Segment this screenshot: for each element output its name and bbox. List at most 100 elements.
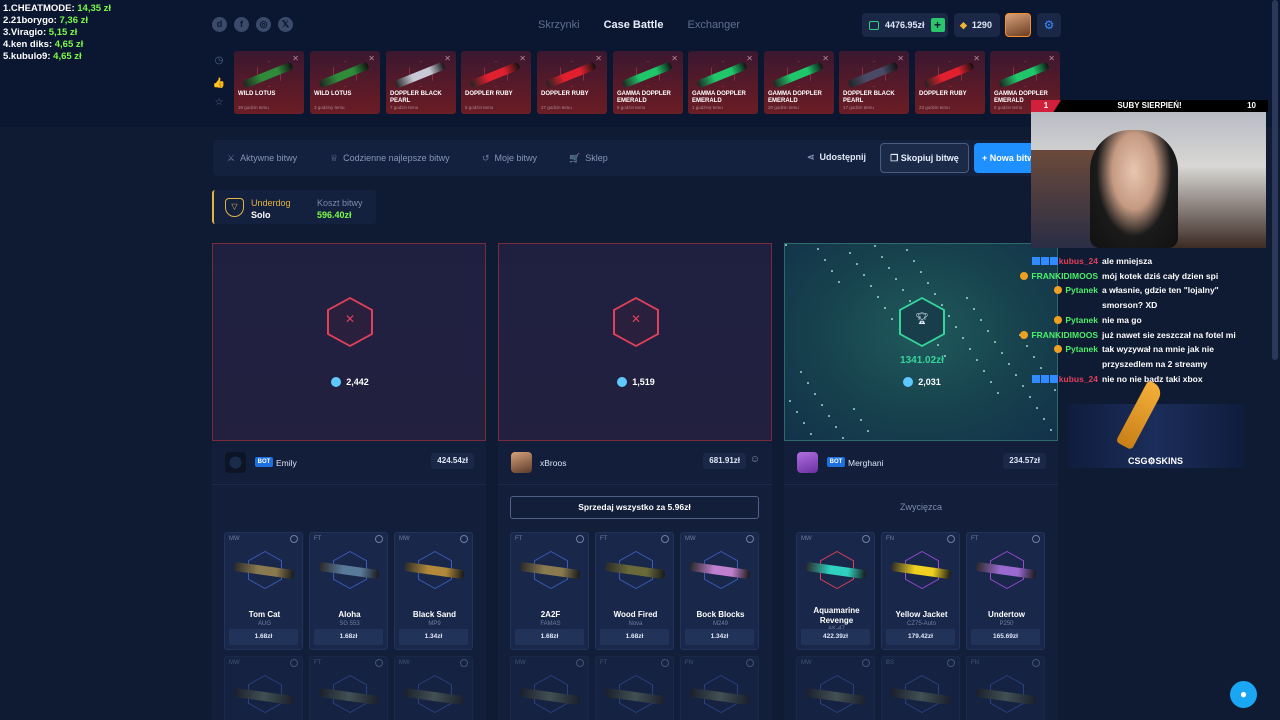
drop-card[interactable]: ✕ GAMMA DOPPLER EMERALD 20 godzin temu — [764, 51, 834, 114]
drop-card[interactable]: ✕ DOPPLER RUBY 5 godzin temu — [461, 51, 531, 114]
item-card[interactable]: MW Tom Cat AUG 1.68zł — [224, 532, 303, 650]
item-card[interactable]: MWAquamarine RevengeAK-47422.39zł — [796, 532, 875, 650]
item-card[interactable]: FN — [966, 656, 1045, 720]
item-card[interactable]: MW — [796, 656, 875, 720]
hide-icon[interactable]: ✕ — [595, 54, 602, 63]
share-button[interactable]: ⋖ Udostępnij — [807, 152, 866, 163]
player-avatar[interactable] — [511, 452, 532, 473]
hide-icon[interactable]: ✕ — [746, 54, 753, 63]
sponsor-text: CSG⚙SKINS — [1127, 456, 1184, 466]
clock-icon[interactable]: ◷ — [212, 55, 226, 69]
settings-gear-icon[interactable]: ⚙ — [1037, 13, 1061, 37]
star-icon[interactable]: ☆ — [212, 97, 226, 111]
player-avatar[interactable] — [225, 452, 246, 473]
hide-icon[interactable]: ✕ — [973, 54, 980, 63]
item-card[interactable]: FN — [680, 656, 759, 720]
chat-user-name: kubus_24 — [1058, 256, 1098, 266]
hide-icon[interactable]: ✕ — [368, 54, 375, 63]
check-icon[interactable] — [862, 659, 870, 667]
check-icon[interactable] — [290, 535, 298, 543]
smiley-icon[interactable]: ☺ — [750, 454, 760, 465]
drop-card[interactable]: ✕ DOPPLER BLACK PEARL 17 godzin temu — [839, 51, 909, 114]
drop-card[interactable]: ✕ GAMMA DOPPLER EMERALD 9 godzin temu — [613, 51, 683, 114]
check-icon[interactable] — [375, 659, 383, 667]
check-icon[interactable] — [661, 659, 669, 667]
page-scrollbar[interactable] — [1272, 0, 1278, 360]
check-icon[interactable] — [947, 535, 955, 543]
x-icon[interactable]: 𝕏 — [278, 17, 293, 32]
check-icon[interactable] — [746, 659, 754, 667]
item-card[interactable]: FT 2A2F FAMAS 1.68zł — [510, 532, 589, 650]
balance-pill[interactable]: 4476.95zł + — [862, 13, 948, 37]
coins-pill[interactable]: ◆ 1290 — [954, 13, 1000, 37]
player-name: Merghani — [848, 458, 884, 468]
battle-arena: ✕ 2,442 — [212, 243, 486, 441]
drop-time: 39 godzin temu — [238, 105, 269, 110]
drop-card[interactable]: ✕ WILD LOTUS 3 godziny temu — [310, 51, 380, 114]
item-card[interactable]: FN Yellow Jacket CZ75-Auto 179.42zł — [881, 532, 960, 650]
item-card[interactable]: MW Bock Blocks M249 1.34zł — [680, 532, 759, 650]
tab-daily-best[interactable]: ♕ Codzienne najlepsze bitwy — [330, 140, 450, 176]
check-icon[interactable] — [947, 659, 955, 667]
check-icon[interactable] — [375, 535, 383, 543]
nav-tab-skrzynki[interactable]: Skrzynki — [538, 19, 580, 31]
item-condition: FT — [314, 536, 322, 542]
check-icon[interactable] — [576, 535, 584, 543]
check-icon[interactable] — [661, 535, 669, 543]
hide-icon[interactable]: ✕ — [444, 54, 451, 63]
item-card[interactable]: BS — [881, 656, 960, 720]
check-icon[interactable] — [460, 659, 468, 667]
drop-card[interactable]: ✕ GAMMA DOPPLER EMERALD 1 godzinę temu — [688, 51, 758, 114]
item-card[interactable]: FT Aloha SG 553 1.68zł — [309, 532, 388, 650]
hide-icon[interactable]: ✕ — [292, 54, 299, 63]
item-card[interactable]: FT Undertow P250 165.69zł — [966, 532, 1045, 650]
sell-all-button[interactable]: Sprzedaj wszystko za 5.96zł — [510, 496, 759, 519]
discord-icon[interactable]: d — [212, 17, 227, 32]
item-card[interactable]: MW — [224, 656, 303, 720]
item-card[interactable]: FT Wood Fired Nova 1.68zł — [595, 532, 674, 650]
drop-card[interactable]: ✕ WILD LOTUS 39 godzin temu — [234, 51, 304, 114]
player-avatar[interactable] — [797, 452, 818, 473]
check-icon[interactable] — [746, 535, 754, 543]
item-name: Bock Blocks — [696, 610, 745, 619]
hide-icon[interactable]: ✕ — [519, 54, 526, 63]
hide-icon[interactable]: ✕ — [822, 54, 829, 63]
check-icon[interactable] — [1032, 535, 1040, 543]
tab-my-battles[interactable]: ↺ Moje bitwy — [482, 140, 537, 176]
facebook-icon[interactable]: f — [234, 17, 249, 32]
thumbs-up-icon[interactable]: 👍 — [212, 78, 226, 92]
tab-active-battles[interactable]: ⚔ Aktywne bitwy — [227, 140, 297, 176]
user-avatar[interactable] — [1005, 13, 1031, 37]
drop-card[interactable]: ✕ DOPPLER BLACK PEARL 7 godzin temu — [386, 51, 456, 114]
star — [884, 307, 886, 309]
star — [980, 319, 982, 321]
drop-card[interactable]: ✕ DOPPLER RUBY 23 godzin temu — [915, 51, 985, 114]
nav-tab-case-battle[interactable]: Case Battle — [604, 19, 664, 31]
nav-tab-exchanger[interactable]: Exchanger — [687, 19, 740, 31]
item-card[interactable]: MW — [394, 656, 473, 720]
hide-icon[interactable]: ✕ — [671, 54, 678, 63]
star — [803, 422, 805, 424]
leaderboard-row: 4.ken diks: 4,65 zł — [3, 39, 111, 51]
new-battle-button[interactable]: + Nowa bitwa — [974, 143, 1037, 173]
item-card[interactable]: FT — [309, 656, 388, 720]
item-card[interactable]: MW Black Sand MP9 1.34zł — [394, 532, 473, 650]
star — [941, 304, 943, 306]
check-icon[interactable] — [576, 659, 584, 667]
drop-card[interactable]: ✕ DOPPLER RUBY 27 godzin temu — [537, 51, 607, 114]
check-icon[interactable] — [290, 659, 298, 667]
copy-battle-button[interactable]: ❐ Skopiuj bitwę — [880, 143, 969, 173]
item-condition: MW — [229, 660, 240, 666]
tab-shop[interactable]: 🛒 Sklep — [569, 140, 608, 176]
support-chat-icon[interactable]: ● — [1230, 681, 1257, 708]
instagram-icon[interactable]: ◎ — [256, 17, 271, 32]
chat-username: FRANKIDIMOOS — [1017, 269, 1098, 284]
check-icon[interactable] — [862, 535, 870, 543]
check-icon[interactable] — [1032, 659, 1040, 667]
item-card[interactable]: FT — [595, 656, 674, 720]
hide-icon[interactable]: ✕ — [897, 54, 904, 63]
item-card[interactable]: MW — [510, 656, 589, 720]
hide-icon[interactable]: ✕ — [1048, 54, 1055, 63]
deposit-button[interactable]: + — [930, 18, 945, 32]
check-icon[interactable] — [460, 535, 468, 543]
